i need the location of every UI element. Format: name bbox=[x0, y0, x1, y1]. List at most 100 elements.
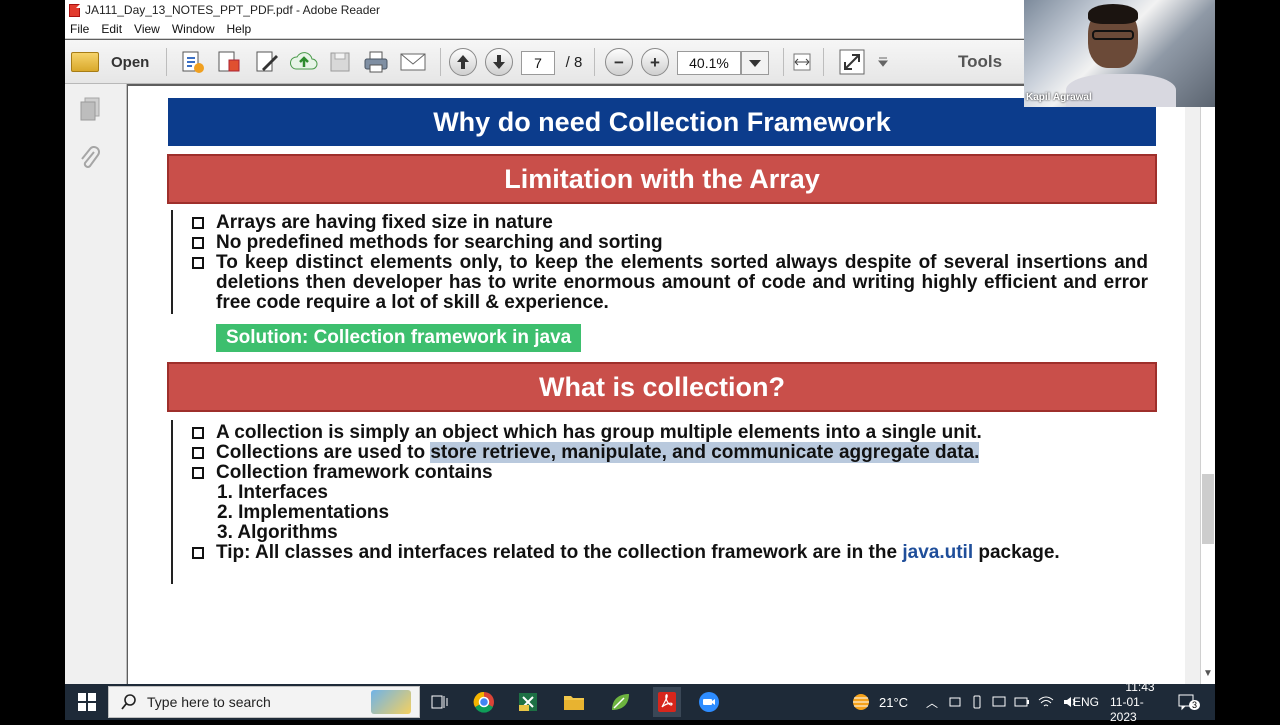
participant-video bbox=[1082, 4, 1146, 86]
folder-icon bbox=[564, 696, 584, 710]
minus-icon: − bbox=[614, 52, 624, 72]
language-indicator[interactable]: ENG bbox=[1073, 684, 1099, 720]
cloud-upload-icon bbox=[290, 52, 318, 70]
checkbox-bullet-icon bbox=[192, 427, 204, 439]
upload-cloud-button[interactable] bbox=[289, 48, 319, 76]
adobe-reader-taskbar-button[interactable] bbox=[653, 687, 681, 717]
selected-text-highlight[interactable]: store retrieve, manipulate, and communic… bbox=[430, 442, 980, 463]
full-screen-button[interactable] bbox=[837, 48, 867, 76]
zoom-in-button[interactable]: + bbox=[641, 48, 669, 76]
phone-icon[interactable] bbox=[970, 695, 984, 709]
open-button[interactable]: Open bbox=[71, 48, 151, 76]
sign-button[interactable] bbox=[253, 48, 281, 76]
zoom-dropdown-button[interactable] bbox=[741, 51, 769, 75]
page-thumbnails-button[interactable] bbox=[79, 96, 101, 122]
task-view-icon bbox=[431, 695, 448, 709]
list-item: Collection framework contains bbox=[192, 463, 1148, 483]
plus-icon: + bbox=[650, 52, 660, 72]
search-highlight-icon bbox=[371, 690, 411, 714]
email-button[interactable] bbox=[398, 48, 428, 76]
weather-widget[interactable]: 21°C bbox=[849, 684, 908, 720]
menu-file[interactable]: File bbox=[70, 22, 89, 36]
zoom-app-icon bbox=[699, 692, 719, 712]
checkbox-bullet-icon bbox=[192, 547, 204, 559]
fit-width-button[interactable] bbox=[789, 48, 815, 76]
notification-badge: 3 bbox=[1189, 700, 1201, 710]
folder-icon bbox=[71, 52, 99, 72]
list-item: No predefined methods for searching and … bbox=[192, 233, 1148, 253]
pdf-page: Why do need Collection Framework Limitat… bbox=[128, 86, 1186, 684]
system-tray-icons: ︿ bbox=[920, 684, 1082, 720]
print-button[interactable] bbox=[362, 48, 390, 76]
vertical-scrollbar[interactable] bbox=[1200, 96, 1215, 684]
list-item: A collection is simply an object which h… bbox=[192, 423, 1148, 443]
menu-edit[interactable]: Edit bbox=[101, 22, 122, 36]
pdf-file-icon bbox=[69, 3, 80, 17]
file-explorer-taskbar-button[interactable] bbox=[562, 690, 586, 714]
weather-sun-icon bbox=[853, 694, 869, 710]
menu-view[interactable]: View bbox=[134, 22, 160, 36]
list-item: Collections are used to store retrieve, … bbox=[192, 442, 1148, 463]
collection-definition-list: A collection is simply an object which h… bbox=[192, 423, 1148, 563]
tools-pane-button[interactable]: Tools bbox=[955, 48, 1005, 76]
attachments-button[interactable] bbox=[79, 146, 101, 172]
toolbar-more-button[interactable] bbox=[875, 48, 891, 76]
participant-name: Kapil Agrawal bbox=[1026, 92, 1092, 103]
search-icon bbox=[121, 694, 136, 710]
wifi-icon[interactable] bbox=[1038, 695, 1054, 709]
list-item: To keep distinct elements only, to keep … bbox=[192, 253, 1148, 313]
windows-taskbar: Type here to search 21°C ︿ ENG 11:43 11-… bbox=[65, 680, 1215, 724]
search-placeholder: Type here to search bbox=[147, 694, 271, 710]
chrome-taskbar-button[interactable] bbox=[472, 690, 496, 714]
leaf-icon bbox=[612, 694, 629, 710]
start-button[interactable] bbox=[75, 690, 99, 714]
battery-icon[interactable] bbox=[1014, 695, 1030, 709]
chrome-icon bbox=[473, 691, 494, 713]
combine-files-icon bbox=[218, 51, 240, 72]
next-page-button[interactable] bbox=[485, 48, 513, 76]
save-button[interactable] bbox=[327, 48, 353, 76]
expand-icon bbox=[839, 49, 865, 75]
windows-logo-icon bbox=[78, 693, 96, 711]
list-item: 1. Interfaces bbox=[217, 482, 328, 503]
fit-page-icon bbox=[793, 53, 811, 71]
chevron-up-icon[interactable]: ︿ bbox=[926, 694, 938, 711]
spreadsheet-icon bbox=[519, 693, 537, 711]
scroll-down-icon[interactable]: ▼ bbox=[1203, 668, 1213, 680]
notification-center-button[interactable]: 3 bbox=[1177, 684, 1201, 720]
zoom-out-button[interactable]: − bbox=[605, 48, 633, 76]
open-label: Open bbox=[111, 53, 150, 71]
excel-taskbar-button[interactable] bbox=[516, 690, 540, 714]
envelope-icon bbox=[400, 53, 426, 71]
zoom-level-input[interactable]: 40.1% bbox=[677, 51, 741, 75]
video-participant-tile[interactable]: Kapil Agrawal bbox=[1024, 0, 1215, 107]
save-disk-icon bbox=[330, 52, 350, 72]
checkbox-bullet-icon bbox=[192, 217, 204, 229]
slide-title: Why do need Collection Framework bbox=[168, 98, 1156, 146]
create-pdf-icon bbox=[182, 51, 204, 73]
section-heading-what-is-collection: What is collection? bbox=[167, 362, 1157, 412]
zoom-taskbar-button[interactable] bbox=[697, 690, 721, 714]
paperclip-icon bbox=[81, 146, 100, 168]
screen: JA111_Day_13_NOTES_PPT_PDF.pdf - Adobe R… bbox=[0, 0, 1280, 724]
menu-window[interactable]: Window bbox=[172, 22, 215, 36]
create-pdf-button[interactable] bbox=[179, 48, 207, 76]
sign-pen-icon bbox=[256, 51, 278, 72]
arrow-up-icon bbox=[457, 55, 469, 69]
clock[interactable]: 11:43 11-01-2023 bbox=[1110, 680, 1170, 724]
menu-help[interactable]: Help bbox=[227, 22, 252, 36]
list-item: Arrays are having fixed size in nature bbox=[192, 213, 1148, 233]
meet-now-icon[interactable] bbox=[948, 695, 962, 709]
taskbar-search-box[interactable]: Type here to search bbox=[108, 686, 420, 718]
previous-page-button[interactable] bbox=[449, 48, 477, 76]
page-number-input[interactable]: 7 bbox=[521, 51, 555, 75]
dropdown-arrow-icon bbox=[877, 57, 889, 67]
scrollbar-thumb[interactable] bbox=[1202, 474, 1214, 544]
combine-button[interactable] bbox=[215, 48, 243, 76]
task-view-button[interactable] bbox=[428, 690, 452, 714]
screen-icon[interactable] bbox=[992, 695, 1006, 709]
section-heading-array-limitation: Limitation with the Array bbox=[167, 154, 1157, 204]
list-item: 2. Implementations bbox=[217, 502, 390, 523]
spring-tool-taskbar-button[interactable] bbox=[608, 690, 632, 714]
arrow-down-icon bbox=[493, 55, 505, 69]
